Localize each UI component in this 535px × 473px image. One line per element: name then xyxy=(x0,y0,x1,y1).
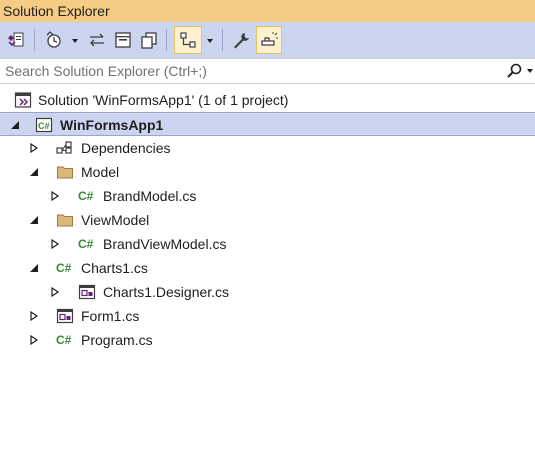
tree-item-label: Program.cs xyxy=(81,332,153,348)
class-view-toggle-button[interactable] xyxy=(174,26,202,54)
tree-item-brandviewmodel[interactable]: C# BrandViewModel.cs xyxy=(0,232,535,256)
collapsed-arrow-icon[interactable] xyxy=(29,335,39,345)
pending-changes-filter-button[interactable] xyxy=(42,26,82,54)
window-title: Solution Explorer xyxy=(3,3,110,19)
tree-item-program[interactable]: C# Program.cs xyxy=(0,328,535,352)
sync-with-active-document-icon xyxy=(90,33,104,47)
tree-item-solution[interactable]: Solution 'WinFormsApp1' (1 of 1 project) xyxy=(0,88,535,112)
csharp-file-icon: C# xyxy=(78,189,94,203)
expanded-arrow-icon[interactable] xyxy=(29,167,39,177)
tree-item-brandmodel[interactable]: C# BrandModel.cs xyxy=(0,184,535,208)
tree-item-label: Form1.cs xyxy=(81,308,140,324)
wrench-icon xyxy=(234,33,249,49)
svg-text:C#: C# xyxy=(38,121,50,131)
tree-item-project[interactable]: C# WinFormsApp1 xyxy=(0,112,535,136)
collapse-all-icon xyxy=(115,32,131,48)
search-icon[interactable] xyxy=(505,62,523,80)
tree-item-label: Dependencies xyxy=(81,140,171,156)
pending-changes-filter-icon xyxy=(46,31,61,48)
collapsed-arrow-icon[interactable] xyxy=(29,311,39,321)
folder-icon xyxy=(57,214,73,227)
chevron-down-icon[interactable] xyxy=(207,39,213,43)
show-class-view-icon xyxy=(180,32,196,48)
tree-item-label: Charts1.cs xyxy=(81,260,148,276)
title-bar: Solution Explorer xyxy=(0,0,535,22)
tree-item-dependencies[interactable]: Dependencies xyxy=(0,136,535,160)
expanded-arrow-icon[interactable] xyxy=(10,120,20,130)
preview-selected-items-icon xyxy=(261,32,278,46)
solution-icon xyxy=(14,92,32,108)
collapsed-arrow-icon[interactable] xyxy=(29,143,39,153)
tree-item-label: Solution 'WinFormsApp1' (1 of 1 project) xyxy=(38,92,289,108)
switch-views-icon xyxy=(8,32,24,47)
tree-item-viewmodel-folder[interactable]: ViewModel xyxy=(0,208,535,232)
sync-with-active-document-button[interactable] xyxy=(86,26,108,54)
expanded-arrow-icon[interactable] xyxy=(29,215,39,225)
csharp-file-icon: C# xyxy=(56,261,72,275)
tree-item-label: BrandModel.cs xyxy=(103,188,197,204)
csharp-file-icon: C# xyxy=(56,333,72,347)
tree-item-label: BrandViewModel.cs xyxy=(103,236,227,252)
toolbar xyxy=(0,22,535,58)
collapsed-arrow-icon[interactable] xyxy=(50,287,60,297)
tree-item-label: WinFormsApp1 xyxy=(60,117,164,133)
folder-icon xyxy=(57,166,73,179)
collapsed-arrow-icon[interactable] xyxy=(50,239,60,249)
search-options-chevron-icon[interactable] xyxy=(527,69,533,73)
switch-views-button[interactable] xyxy=(4,26,28,54)
toolbar-separator xyxy=(222,29,223,51)
tree-item-model-folder[interactable]: Model xyxy=(0,160,535,184)
search-input[interactable] xyxy=(0,59,500,83)
collapsed-arrow-icon[interactable] xyxy=(50,191,60,201)
form-designer-icon xyxy=(78,284,96,300)
tree-item-label: ViewModel xyxy=(81,212,150,228)
toolbar-separator xyxy=(34,29,35,51)
tree-item-form1[interactable]: Form1.cs xyxy=(0,304,535,328)
solution-explorer-window: Solution Explorer Search Solution Explor… xyxy=(0,0,535,473)
csharp-project-icon: C# xyxy=(35,117,53,133)
tree-item-label: Model xyxy=(81,164,120,180)
tree-item-label: Charts1.Designer.cs xyxy=(103,284,230,300)
chevron-down-icon xyxy=(72,39,78,43)
preview-selected-items-button[interactable] xyxy=(256,26,282,54)
form-icon xyxy=(56,308,74,324)
search-box xyxy=(0,58,535,84)
show-all-files-button[interactable] xyxy=(138,26,160,54)
expanded-arrow-icon[interactable] xyxy=(29,263,39,273)
tree-item-charts1[interactable]: C# Charts1.cs xyxy=(0,256,535,280)
toolbar-separator xyxy=(166,29,167,51)
collapse-all-button[interactable] xyxy=(112,26,134,54)
csharp-file-icon: C# xyxy=(78,237,94,251)
show-all-files-icon xyxy=(141,32,157,49)
tree-item-charts1-designer[interactable]: Charts1.Designer.cs xyxy=(0,280,535,304)
properties-button[interactable] xyxy=(230,26,252,54)
dependencies-icon xyxy=(56,141,72,154)
